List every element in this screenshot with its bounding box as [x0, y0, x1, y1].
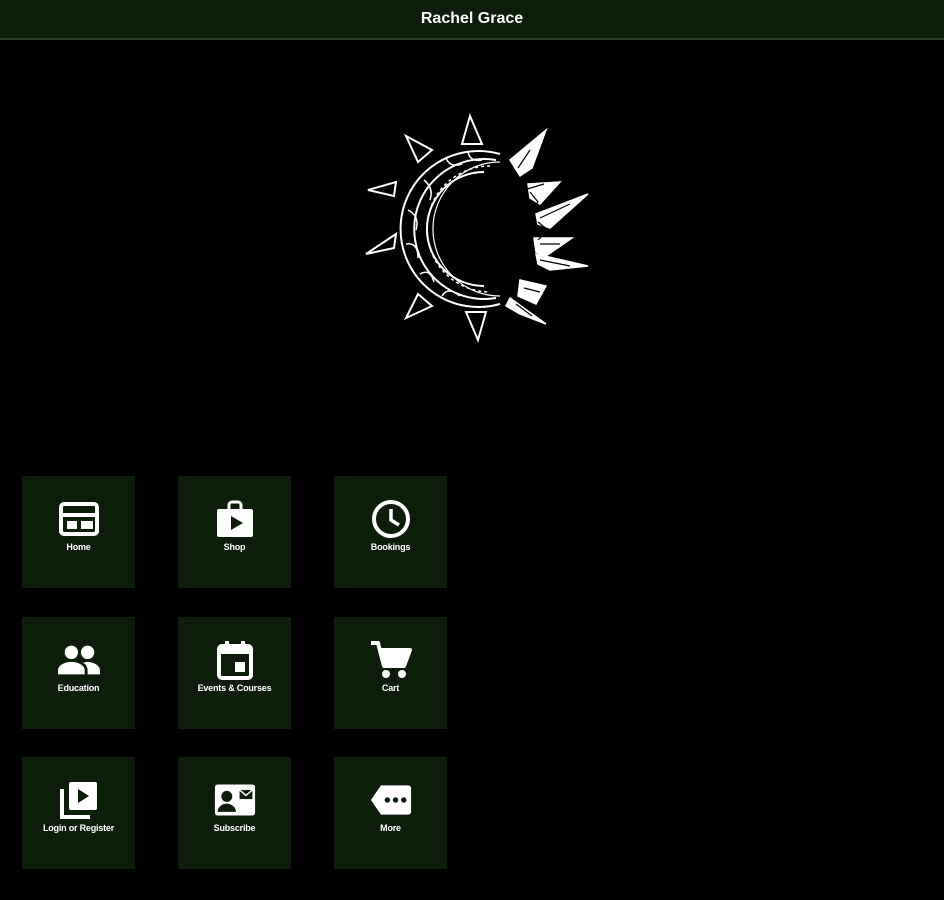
tile-login-register[interactable]: Login or Register — [22, 757, 135, 869]
tile-cart[interactable]: Cart — [334, 617, 447, 729]
shop-bag-icon — [214, 498, 256, 540]
tile-label: More — [380, 823, 401, 833]
tile-label: Login or Register — [42, 823, 115, 833]
tile-more[interactable]: More — [334, 757, 447, 869]
tile-subscribe[interactable]: Subscribe — [178, 757, 291, 869]
clock-icon — [370, 498, 412, 540]
tile-education[interactable]: Education — [22, 617, 135, 729]
tile-label: Subscribe — [213, 823, 256, 833]
tile-shop[interactable]: Shop — [178, 476, 291, 588]
tile-label: Home — [66, 542, 91, 552]
contact-mail-icon — [214, 779, 256, 821]
video-library-icon — [58, 779, 100, 821]
tile-label: Shop — [223, 542, 246, 552]
web-layout-icon — [58, 498, 100, 540]
more-tag-icon — [370, 779, 412, 821]
tile-label: Bookings — [370, 542, 411, 552]
tile-label: Education — [57, 683, 100, 693]
sun-moon-logo — [365, 113, 589, 343]
app-header: Rachel Grace — [0, 0, 944, 40]
tile-bookings[interactable]: Bookings — [334, 476, 447, 588]
people-icon — [57, 639, 100, 681]
tile-label: Cart — [381, 683, 400, 693]
app-title: Rachel Grace — [420, 10, 524, 27]
tile-events-courses[interactable]: Events & Courses — [178, 617, 291, 729]
tile-home[interactable]: Home — [22, 476, 135, 588]
cart-icon — [370, 639, 412, 681]
calendar-icon — [214, 639, 256, 681]
tile-label: Events & Courses — [197, 683, 272, 693]
